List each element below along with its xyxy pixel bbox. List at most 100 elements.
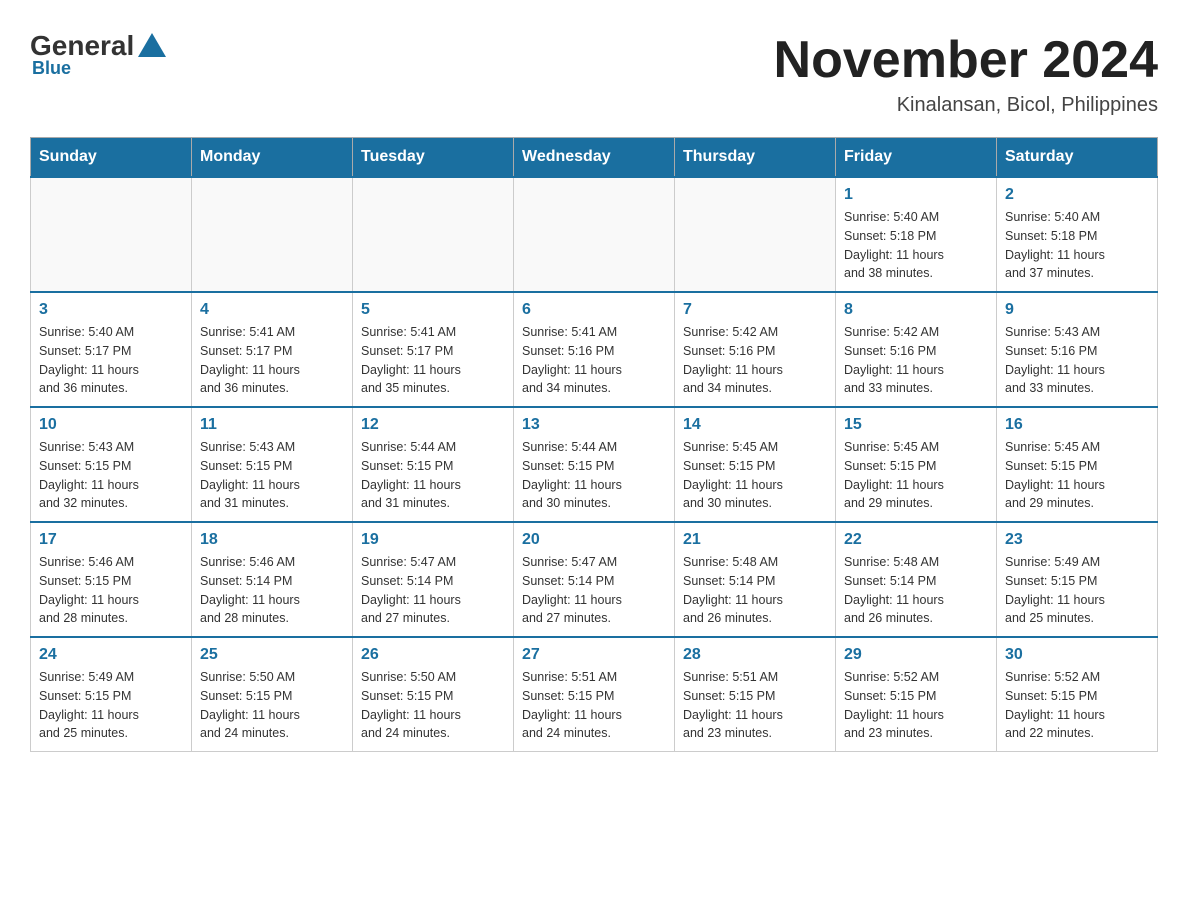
calendar-cell-4-3: 19 Sunrise: 5:47 AM Sunset: 5:14 PM Dayli… (353, 522, 514, 637)
day-info: Sunrise: 5:45 AM Sunset: 5:15 PM Dayligh… (844, 438, 988, 513)
calendar-title: November 2024 (774, 30, 1158, 90)
day-info: Sunrise: 5:45 AM Sunset: 5:15 PM Dayligh… (683, 438, 827, 513)
day-info: Sunrise: 5:43 AM Sunset: 5:15 PM Dayligh… (39, 438, 183, 513)
calendar-cell-1-5 (675, 177, 836, 292)
day-number: 2 (1005, 186, 1149, 204)
day-number: 12 (361, 416, 505, 434)
day-info: Sunrise: 5:41 AM Sunset: 5:17 PM Dayligh… (361, 323, 505, 398)
calendar-table: SundayMondayTuesdayWednesdayThursdayFrid… (30, 137, 1158, 752)
day-info: Sunrise: 5:44 AM Sunset: 5:15 PM Dayligh… (522, 438, 666, 513)
calendar-week-row-3: 10 Sunrise: 5:43 AM Sunset: 5:15 PM Dayli… (31, 407, 1158, 522)
day-info: Sunrise: 5:48 AM Sunset: 5:14 PM Dayligh… (683, 553, 827, 628)
day-number: 1 (844, 186, 988, 204)
day-info: Sunrise: 5:51 AM Sunset: 5:15 PM Dayligh… (522, 668, 666, 743)
day-number: 6 (522, 301, 666, 319)
weekday-header-wednesday: Wednesday (514, 138, 675, 178)
day-info: Sunrise: 5:40 AM Sunset: 5:17 PM Dayligh… (39, 323, 183, 398)
calendar-cell-4-5: 21Sunrise: 5:48 AM Sunset: 5:14 PM Dayli… (675, 522, 836, 637)
day-info: Sunrise: 5:44 AM Sunset: 5:15 PM Dayligh… (361, 438, 505, 513)
day-info: Sunrise: 5:52 AM Sunset: 5:15 PM Dayligh… (1005, 668, 1149, 743)
day-info: Sunrise: 5:45 AM Sunset: 5:15 PM Dayligh… (1005, 438, 1149, 513)
calendar-cell-2-3: 5 Sunrise: 5:41 AM Sunset: 5:17 PM Daylig… (353, 292, 514, 407)
calendar-cell-4-7: 23 Sunrise: 5:49 AM Sunset: 5:15 PM Dayli… (997, 522, 1158, 637)
day-number: 8 (844, 301, 988, 319)
calendar-cell-4-1: 17 Sunrise: 5:46 AM Sunset: 5:15 PM Dayli… (31, 522, 192, 637)
calendar-cell-5-2: 25Sunrise: 5:50 AM Sunset: 5:15 PM Dayli… (192, 637, 353, 752)
calendar-cell-4-2: 18 Sunrise: 5:46 AM Sunset: 5:14 PM Dayli… (192, 522, 353, 637)
day-number: 26 (361, 646, 505, 664)
logo-blue-text: Blue (32, 58, 71, 79)
day-info: Sunrise: 5:43 AM Sunset: 5:16 PM Dayligh… (1005, 323, 1149, 398)
calendar-cell-1-7: 2 Sunrise: 5:40 AM Sunset: 5:18 PM Daylig… (997, 177, 1158, 292)
day-info: Sunrise: 5:49 AM Sunset: 5:15 PM Dayligh… (39, 668, 183, 743)
calendar-cell-4-4: 20Sunrise: 5:47 AM Sunset: 5:14 PM Dayli… (514, 522, 675, 637)
day-number: 18 (200, 531, 344, 549)
day-info: Sunrise: 5:47 AM Sunset: 5:14 PM Dayligh… (361, 553, 505, 628)
calendar-cell-2-4: 6 Sunrise: 5:41 AM Sunset: 5:16 PM Daylig… (514, 292, 675, 407)
day-info: Sunrise: 5:48 AM Sunset: 5:14 PM Dayligh… (844, 553, 988, 628)
weekday-header-tuesday: Tuesday (353, 138, 514, 178)
day-info: Sunrise: 5:50 AM Sunset: 5:15 PM Dayligh… (361, 668, 505, 743)
calendar-cell-3-6: 15 Sunrise: 5:45 AM Sunset: 5:15 PM Dayli… (836, 407, 997, 522)
day-info: Sunrise: 5:41 AM Sunset: 5:17 PM Dayligh… (200, 323, 344, 398)
calendar-cell-5-7: 30 Sunrise: 5:52 AM Sunset: 5:15 PM Dayli… (997, 637, 1158, 752)
calendar-cell-5-5: 28Sunrise: 5:51 AM Sunset: 5:15 PM Dayli… (675, 637, 836, 752)
day-number: 23 (1005, 531, 1149, 549)
calendar-cell-1-6: 1 Sunrise: 5:40 AM Sunset: 5:18 PM Daylig… (836, 177, 997, 292)
weekday-header-monday: Monday (192, 138, 353, 178)
calendar-cell-5-3: 26 Sunrise: 5:50 AM Sunset: 5:15 PM Dayli… (353, 637, 514, 752)
day-info: Sunrise: 5:49 AM Sunset: 5:15 PM Dayligh… (1005, 553, 1149, 628)
day-info: Sunrise: 5:47 AM Sunset: 5:14 PM Dayligh… (522, 553, 666, 628)
title-section: November 2024 Kinalansan, Bicol, Philipp… (774, 30, 1158, 117)
day-info: Sunrise: 5:43 AM Sunset: 5:15 PM Dayligh… (200, 438, 344, 513)
day-info: Sunrise: 5:42 AM Sunset: 5:16 PM Dayligh… (844, 323, 988, 398)
day-number: 11 (200, 416, 344, 434)
calendar-cell-1-2 (192, 177, 353, 292)
day-info: Sunrise: 5:42 AM Sunset: 5:16 PM Dayligh… (683, 323, 827, 398)
page-header: General Blue November 2024 Kinalansan, B… (30, 30, 1158, 117)
weekday-header-sunday: Sunday (31, 138, 192, 178)
day-number: 13 (522, 416, 666, 434)
day-number: 9 (1005, 301, 1149, 319)
day-number: 5 (361, 301, 505, 319)
day-number: 7 (683, 301, 827, 319)
day-info: Sunrise: 5:46 AM Sunset: 5:14 PM Dayligh… (200, 553, 344, 628)
calendar-cell-3-7: 16 Sunrise: 5:45 AM Sunset: 5:15 PM Dayli… (997, 407, 1158, 522)
calendar-cell-2-5: 7 Sunrise: 5:42 AM Sunset: 5:16 PM Daylig… (675, 292, 836, 407)
calendar-cell-3-1: 10 Sunrise: 5:43 AM Sunset: 5:15 PM Dayli… (31, 407, 192, 522)
calendar-cell-3-5: 14 Sunrise: 5:45 AM Sunset: 5:15 PM Dayli… (675, 407, 836, 522)
calendar-cell-2-2: 4Sunrise: 5:41 AM Sunset: 5:17 PM Daylig… (192, 292, 353, 407)
calendar-week-row-5: 24 Sunrise: 5:49 AM Sunset: 5:15 PM Dayli… (31, 637, 1158, 752)
day-number: 19 (361, 531, 505, 549)
day-info: Sunrise: 5:40 AM Sunset: 5:18 PM Dayligh… (1005, 208, 1149, 283)
day-number: 17 (39, 531, 183, 549)
day-number: 3 (39, 301, 183, 319)
calendar-cell-2-1: 3 Sunrise: 5:40 AM Sunset: 5:17 PM Daylig… (31, 292, 192, 407)
calendar-cell-3-2: 11 Sunrise: 5:43 AM Sunset: 5:15 PM Dayli… (192, 407, 353, 522)
day-info: Sunrise: 5:40 AM Sunset: 5:18 PM Dayligh… (844, 208, 988, 283)
calendar-week-row-4: 17 Sunrise: 5:46 AM Sunset: 5:15 PM Dayli… (31, 522, 1158, 637)
day-number: 15 (844, 416, 988, 434)
weekday-header-saturday: Saturday (997, 138, 1158, 178)
calendar-cell-1-4 (514, 177, 675, 292)
day-number: 30 (1005, 646, 1149, 664)
day-info: Sunrise: 5:50 AM Sunset: 5:15 PM Dayligh… (200, 668, 344, 743)
calendar-cell-5-4: 27 Sunrise: 5:51 AM Sunset: 5:15 PM Dayli… (514, 637, 675, 752)
day-info: Sunrise: 5:41 AM Sunset: 5:16 PM Dayligh… (522, 323, 666, 398)
day-number: 24 (39, 646, 183, 664)
weekday-header-thursday: Thursday (675, 138, 836, 178)
day-number: 16 (1005, 416, 1149, 434)
day-number: 14 (683, 416, 827, 434)
calendar-cell-4-6: 22 Sunrise: 5:48 AM Sunset: 5:14 PM Dayli… (836, 522, 997, 637)
day-number: 28 (683, 646, 827, 664)
calendar-cell-2-6: 8 Sunrise: 5:42 AM Sunset: 5:16 PM Daylig… (836, 292, 997, 407)
calendar-cell-2-7: 9 Sunrise: 5:43 AM Sunset: 5:16 PM Daylig… (997, 292, 1158, 407)
day-number: 22 (844, 531, 988, 549)
day-info: Sunrise: 5:46 AM Sunset: 5:15 PM Dayligh… (39, 553, 183, 628)
calendar-week-row-2: 3 Sunrise: 5:40 AM Sunset: 5:17 PM Daylig… (31, 292, 1158, 407)
calendar-header-row: SundayMondayTuesdayWednesdayThursdayFrid… (31, 138, 1158, 178)
day-number: 10 (39, 416, 183, 434)
logo-triangle-icon (138, 33, 166, 57)
day-number: 27 (522, 646, 666, 664)
calendar-cell-1-3 (353, 177, 514, 292)
